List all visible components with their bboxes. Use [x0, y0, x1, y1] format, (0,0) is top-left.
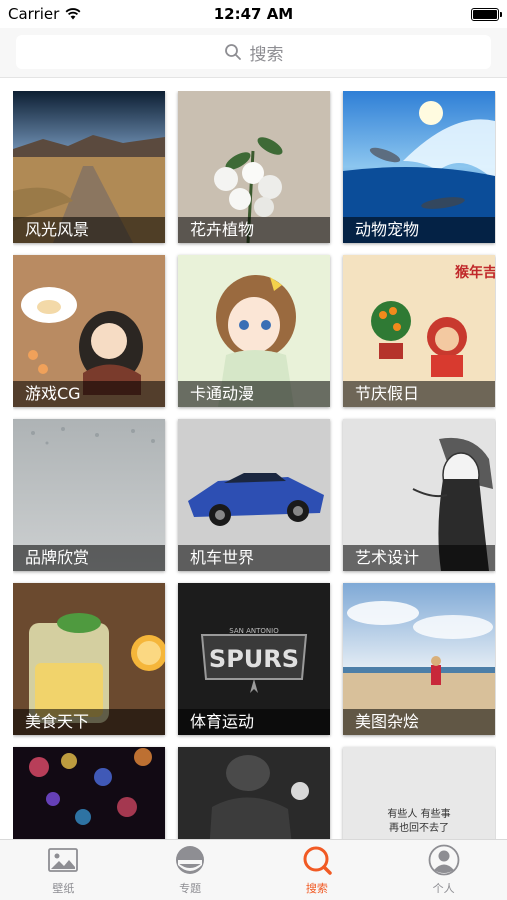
tab-bar: 壁纸 专题 搜索 个人	[0, 839, 507, 900]
category-tile-flowers[interactable]: 花卉植物	[178, 91, 330, 243]
category-label: 机车世界	[178, 545, 330, 571]
topic-icon	[176, 846, 205, 874]
battery-icon	[471, 7, 502, 21]
quote-line1: 有些人 有些事	[387, 807, 450, 820]
soldier-image	[178, 747, 330, 839]
category-label: 卡通动漫	[178, 381, 330, 407]
search-header: 搜索	[0, 28, 507, 78]
search-icon	[224, 44, 241, 60]
spurs-top-text: SAN ANTONIO	[229, 627, 279, 635]
category-tile-misc[interactable]: 美图杂烩	[343, 583, 495, 735]
category-tile-landscape[interactable]: 风光风景	[13, 91, 165, 243]
tab-label: 搜索	[305, 882, 328, 895]
wifi-icon	[65, 8, 81, 20]
category-label: 节庆假日	[343, 381, 495, 407]
search-placeholder: 搜索	[249, 44, 284, 65]
category-tile-sports[interactable]: SAN ANTONIO SPURS 体育运动	[178, 583, 330, 735]
category-tile-soldier[interactable]	[178, 747, 330, 839]
tab-topics[interactable]: 专题	[127, 840, 254, 900]
festival-text: 猴年吉祥	[454, 264, 495, 281]
category-label: 风光风景	[13, 217, 165, 243]
category-tile-quote[interactable]: 有些人 有些事 再也回不去了	[343, 747, 495, 839]
category-tile-anime[interactable]: 卡通动漫	[178, 255, 330, 407]
person-icon	[428, 844, 460, 876]
category-label: 花卉植物	[178, 217, 330, 243]
category-label: 品牌欣赏	[13, 545, 165, 571]
category-label: 美食天下	[13, 709, 165, 735]
status-bar: Carrier 12:47 AM	[0, 0, 507, 28]
category-tile-games[interactable]: 游戏CG	[13, 255, 165, 407]
image-icon	[48, 848, 79, 872]
screen: Carrier 12:47 AM 搜索 风光风景 花卉植物 动物宠物 游戏CG …	[0, 0, 507, 900]
quote-line2: 再也回不去了	[389, 821, 449, 834]
spurs-main-text: SPURS	[209, 645, 299, 673]
category-label: 游戏CG	[13, 381, 165, 407]
quote-image: 有些人 有些事 再也回不去了	[343, 747, 495, 839]
category-label: 体育运动	[178, 709, 330, 735]
category-tile-animals[interactable]: 动物宠物	[343, 91, 495, 243]
category-tile-festival[interactable]: 猴年吉祥 节庆假日	[343, 255, 495, 407]
search-input[interactable]: 搜索	[16, 35, 491, 69]
tab-label: 个人	[432, 882, 455, 895]
tab-label: 壁纸	[52, 882, 75, 895]
category-tile-vehicles[interactable]: 机车世界	[178, 419, 330, 571]
category-tile-food[interactable]: 美食天下	[13, 583, 165, 735]
carrier-label: Carrier	[8, 5, 60, 23]
category-label: 艺术设计	[343, 545, 495, 571]
bokeh-image	[13, 747, 165, 839]
status-left: Carrier	[8, 5, 81, 23]
tab-wallpaper[interactable]: 壁纸	[0, 840, 127, 900]
tab-label: 专题	[179, 882, 202, 895]
category-tile-brands[interactable]: 品牌欣赏	[13, 419, 165, 571]
search-icon	[303, 846, 332, 875]
category-label: 动物宠物	[343, 217, 495, 243]
category-label: 美图杂烩	[343, 709, 495, 735]
tab-search[interactable]: 搜索	[254, 840, 381, 900]
category-grid: 风光风景 花卉植物 动物宠物 游戏CG 卡通动漫 猴年吉 节庆假日 品牌欣赏 机…	[13, 91, 496, 839]
tab-profile[interactable]: 个人	[380, 840, 507, 900]
category-tile-art[interactable]: 艺术设计	[343, 419, 495, 571]
category-tile-bokeh[interactable]	[13, 747, 165, 839]
